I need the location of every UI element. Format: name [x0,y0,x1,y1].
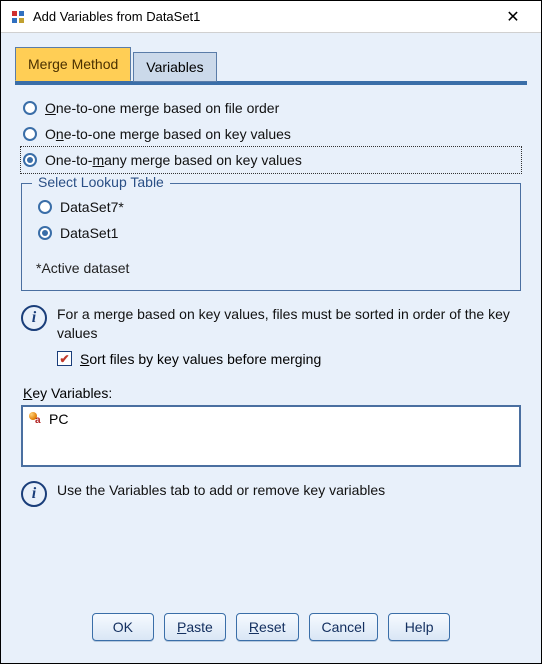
merge-method-section: One-to-one merge based on file order One… [15,85,527,507]
reset-button[interactable]: Reset [236,613,299,641]
info-text: For a merge based on key values, files m… [57,305,521,343]
tab-merge-method[interactable]: Merge Method [15,47,131,81]
dialog-buttons: OK Paste Reset Cancel Help [15,603,527,655]
key-variables-list[interactable]: PC [21,405,521,467]
radio-indicator [38,200,52,214]
titlebar: Add Variables from DataSet1 ✕ [1,1,541,33]
window-title: Add Variables from DataSet1 [33,9,493,24]
key-variables-label: Key Variables: [23,385,521,401]
help-button[interactable]: Help [388,613,450,641]
dialog-window: Add Variables from DataSet1 ✕ Merge Meth… [0,0,542,664]
radio-label: One-to-one merge based on file order [45,100,279,116]
lookup-table-group: Select Lookup Table DataSet7* DataSet1 *… [21,183,521,291]
radio-indicator [23,153,37,167]
radio-indicator [23,127,37,141]
lookup-legend: Select Lookup Table [32,174,170,190]
checkbox-indicator: ✔ [57,351,72,366]
cancel-button[interactable]: Cancel [309,613,379,641]
variable-name: PC [49,411,68,427]
dialog-content: Merge Method Variables One-to-one merge … [1,33,541,663]
info-use-variables-tab: i Use the Variables tab to add or remove… [21,481,521,507]
tabs: Merge Method Variables [15,47,527,81]
info-icon: i [21,305,47,331]
radio-one-to-one-key[interactable]: One-to-one merge based on key values [21,121,521,147]
radio-one-to-many-key[interactable]: One-to-many merge based on key values [21,147,521,173]
paste-button[interactable]: Paste [164,613,226,641]
radio-one-to-one-file-order[interactable]: One-to-one merge based on file order [21,95,521,121]
app-icon [9,8,27,26]
checkbox-label: Sort files by key values before merging [80,351,321,367]
close-button[interactable]: ✕ [493,1,533,32]
radio-label: DataSet1 [60,225,118,241]
info-sorted-files: i For a merge based on key values, files… [21,305,521,343]
radio-lookup-dataset7[interactable]: DataSet7* [36,194,506,220]
info-text: Use the Variables tab to add or remove k… [57,481,385,500]
list-item[interactable]: PC [29,411,513,427]
checkbox-sort-files[interactable]: ✔ Sort files by key values before mergin… [57,351,521,367]
tab-variables[interactable]: Variables [133,52,216,82]
info-icon: i [21,481,47,507]
radio-label: One-to-one merge based on key values [45,126,291,142]
ok-button[interactable]: OK [92,613,154,641]
radio-indicator [23,101,37,115]
active-dataset-note: *Active dataset [36,260,506,276]
radio-label: One-to-many merge based on key values [45,152,302,168]
radio-indicator [38,226,52,240]
radio-label: DataSet7* [60,199,124,215]
variable-icon [29,412,43,426]
radio-lookup-dataset1[interactable]: DataSet1 [36,220,506,246]
